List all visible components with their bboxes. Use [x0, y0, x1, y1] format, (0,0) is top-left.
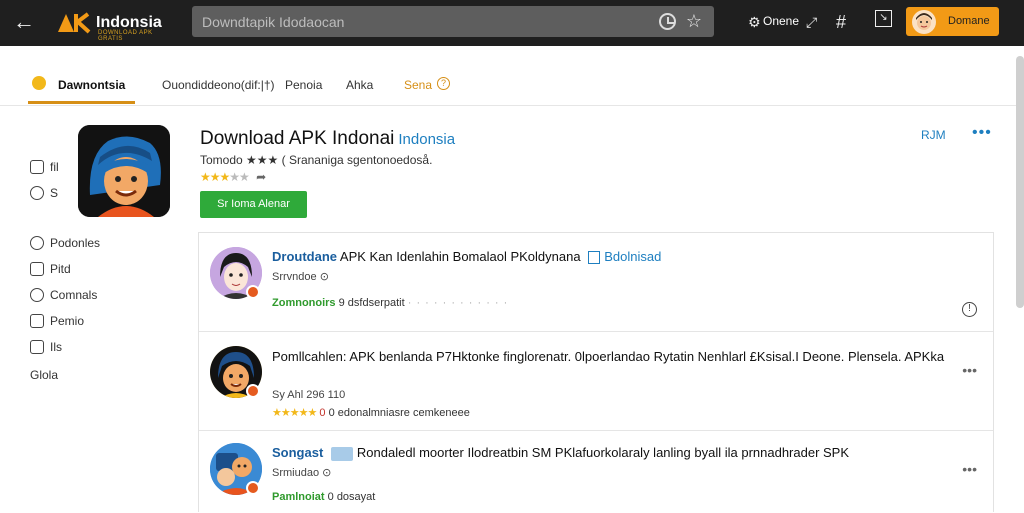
category-tabs: Dawnontsia Ouondiddeono(dif:|†) Penoia A…	[0, 60, 1016, 106]
user-face-icon	[916, 13, 932, 30]
user-avatar	[912, 10, 936, 34]
search-input[interactable]: Downdtapik Idodaocan	[202, 14, 344, 30]
app-title: Download APK Indonai Indonsia	[200, 128, 455, 150]
sidebar-item-premium[interactable]: Pemio	[30, 314, 84, 328]
result-subtitle: Srrvndoe ⊙	[272, 271, 329, 283]
report-link[interactable]: RJM	[921, 128, 946, 142]
sidebar-item-pitd[interactable]: Pitd	[30, 262, 71, 276]
scrollbar-thumb[interactable]	[1016, 56, 1024, 308]
list-item[interactable]: Droutdane APK Kan Idenlahin Bomalaol PKo…	[199, 233, 993, 332]
bookmark-star-icon[interactable]: ☆	[682, 9, 706, 33]
app-rating: ★★★★★ ➦	[200, 170, 266, 184]
info-icon[interactable]: ?	[437, 77, 450, 90]
sidebar-item-global[interactable]: Glola	[30, 368, 58, 382]
sidebar-item-lists[interactable]: Ils	[30, 340, 62, 354]
folder-icon	[330, 446, 353, 461]
edit-icon	[30, 314, 44, 328]
rating-stars: ★★★★★	[200, 170, 250, 184]
account-button[interactable]: Domane	[906, 7, 999, 36]
share-icon[interactable]: ➦	[256, 170, 266, 184]
list-icon	[30, 340, 44, 354]
result-title[interactable]: Droutdane APK Kan Idenlahin Bomalaol PKo…	[272, 249, 661, 265]
sidebar-item-label: S	[50, 186, 59, 200]
sidebar-item-label: Pitd	[50, 262, 71, 276]
list-item[interactable]: Songast Rondaledl moorter Ilodreatbin SM…	[199, 431, 993, 513]
site-logo[interactable]: Indonsia DOWNLOAD APK GRATIS	[56, 6, 162, 42]
more-options-icon[interactable]: •••	[962, 362, 977, 378]
home-coin-icon	[32, 76, 46, 90]
sidebar-item-label: fil	[50, 160, 59, 174]
sidebar-item-home[interactable]: fil	[30, 160, 59, 174]
sidebar-item-comments[interactable]: Comnals	[30, 288, 97, 302]
verified-badge	[246, 285, 260, 299]
tab-downloads[interactable]: Dawnontsia	[58, 78, 125, 92]
app-title-tag[interactable]: Indonsia	[398, 131, 455, 148]
back-arrow-icon[interactable]: ←	[10, 8, 38, 36]
result-footer: Pamlnoiat 0 dosayat	[272, 491, 376, 503]
more-options-icon[interactable]: •••	[962, 461, 977, 477]
list-item[interactable]: Pomllcahlen: APK benlanda P7Hktonke fing…	[199, 332, 993, 431]
tab-categories[interactable]: Ouondiddeono(dif:|†)	[162, 78, 275, 92]
online-status: Onene	[763, 14, 800, 28]
top-bar: ← Indonsia DOWNLOAD APK GRATIS Downdtapi…	[0, 0, 1024, 46]
result-footer: Zomnonoirs 9 dsfdserpatit · · · · · · · …	[272, 297, 509, 309]
square-icon	[30, 262, 44, 276]
verified-badge	[246, 384, 260, 398]
sidebar-item-label: Glola	[30, 368, 59, 382]
result-title[interactable]: Songast Rondaledl moorter Ilodreatbin SM…	[272, 445, 849, 461]
app-character-icon	[78, 125, 170, 217]
sidebar-item-podcasts[interactable]: Podonles	[30, 236, 100, 250]
app-title-text: Download APK Indonai	[200, 128, 395, 149]
logo-subtitle: DOWNLOAD APK GRATIS	[98, 30, 153, 42]
sidebar-item-label: Pemio	[50, 314, 85, 328]
check-circle-icon	[30, 236, 44, 250]
window-icon[interactable]: ↘	[875, 10, 892, 27]
apk-logo-icon	[58, 12, 91, 34]
tab-apps[interactable]: Ahka	[346, 78, 373, 92]
app-meta: Tomodo ★★★ ( Srananiga sgentonoedoså.	[200, 153, 433, 167]
home-icon	[30, 160, 44, 174]
expand-icon[interactable]: ⤢	[806, 10, 817, 34]
refresh-icon[interactable]	[659, 13, 676, 30]
search-bar[interactable]: Downdtapik Idodaocan ☆	[192, 6, 714, 37]
results-list: Droutdane APK Kan Idenlahin Bomalaol PKo…	[198, 232, 994, 512]
sidebar-item-label: Comnals	[50, 288, 98, 302]
sidebar-item-users[interactable]: S	[30, 186, 58, 200]
result-subtitle: Srmiudao ⊙	[272, 467, 332, 479]
user-icon	[30, 186, 44, 200]
comment-icon	[30, 288, 44, 302]
tab-games[interactable]: Sena	[404, 78, 432, 92]
document-icon	[588, 251, 601, 265]
tab-popular[interactable]: Penoia	[285, 78, 322, 92]
result-subtitle: Sy Ahl 296 110	[272, 389, 346, 401]
download-button[interactable]: Sr Ioma Alenar	[200, 191, 307, 218]
verified-badge	[246, 481, 260, 495]
logo-text: Indonsia	[96, 14, 162, 31]
result-footer: ★★★★★ 0 0 edonalmniasre cemkeneee	[272, 407, 470, 419]
more-options-icon[interactable]: •••	[972, 124, 992, 142]
sidebar-item-label: Podonles	[50, 236, 101, 250]
info-circle-icon[interactable]: !	[962, 302, 977, 317]
settings-gear-icon[interactable]: ⚙	[748, 10, 761, 34]
app-icon	[78, 125, 170, 217]
result-title[interactable]: Pomllcahlen: APK benlanda P7Hktonke fing…	[272, 348, 952, 366]
account-label: Domane	[948, 15, 990, 27]
grid-icon[interactable]: #	[836, 10, 846, 34]
active-tab-underline	[28, 101, 135, 104]
sidebar-item-label: Ils	[50, 340, 62, 354]
